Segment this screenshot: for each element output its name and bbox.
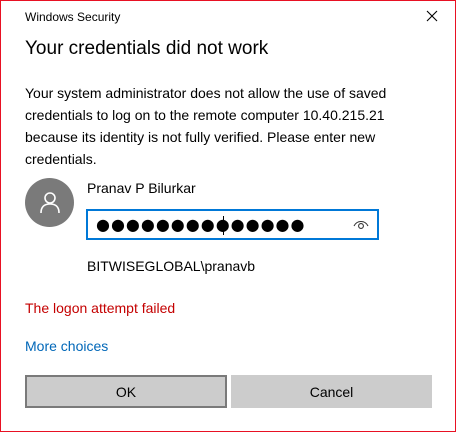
more-choices-link[interactable]: More choices — [25, 338, 108, 354]
eye-reveal-icon — [353, 220, 369, 229]
close-icon — [426, 10, 438, 22]
reveal-password-button[interactable] — [352, 217, 370, 233]
dialog-message: Your system administrator does not allow… — [25, 85, 387, 167]
user-avatar-icon — [25, 178, 74, 227]
user-name: Pranav P Bilurkar — [87, 180, 196, 196]
cancel-button[interactable]: Cancel — [231, 375, 432, 408]
title-bar: Windows Security — [1, 1, 455, 31]
dialog-heading: Your credentials did not work — [25, 38, 269, 59]
password-value: ●●●●●●●●●●●●●● — [96, 215, 306, 234]
credentials-dialog: Windows Security Your credentials did no… — [0, 0, 456, 432]
error-message: The logon attempt failed — [25, 300, 176, 316]
close-button[interactable] — [423, 7, 441, 25]
password-field[interactable]: ●●●●●●●●●●●●●● — [86, 209, 379, 240]
ok-button[interactable]: OK — [25, 375, 227, 408]
domain-user: BITWISEGLOBAL\pranavb — [87, 258, 256, 274]
text-caret — [223, 216, 224, 235]
window-title: Windows Security — [25, 10, 121, 24]
